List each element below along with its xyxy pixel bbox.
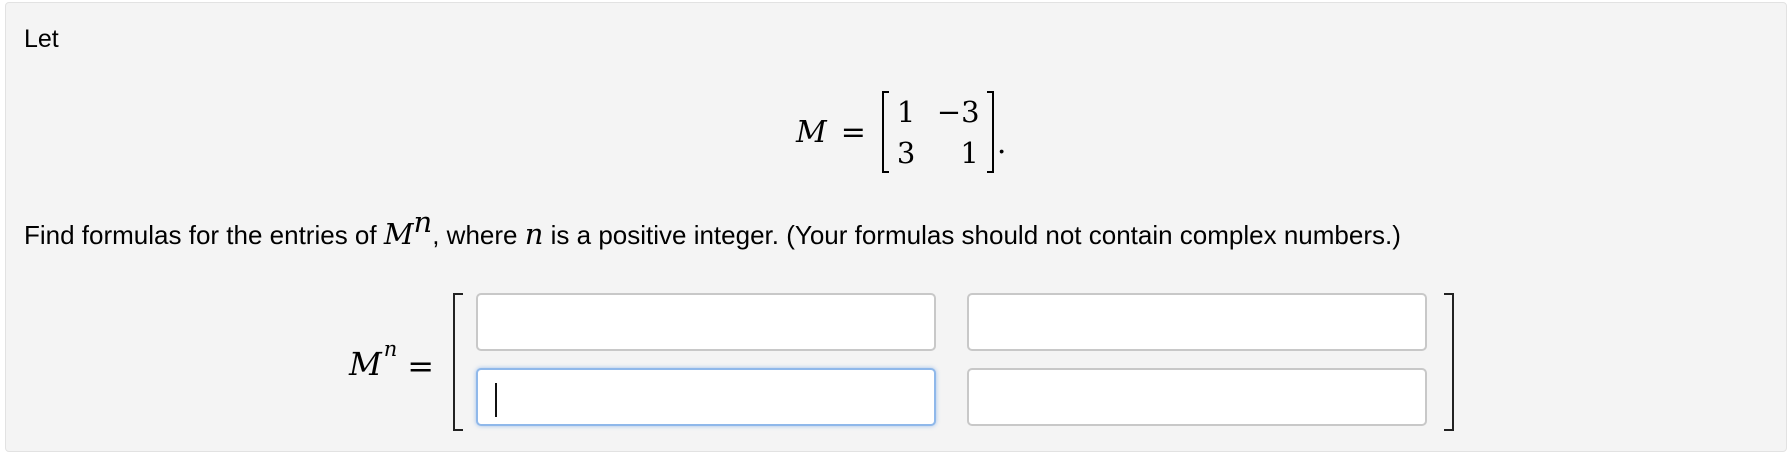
matrix-entry-11: 1 <box>896 94 916 129</box>
intro-text: Let <box>24 25 59 53</box>
equation-period: . <box>996 125 1007 161</box>
answer-right-bracket <box>1444 293 1454 431</box>
answer-lhs-base: M <box>349 345 382 383</box>
answer-cell-21-input[interactable] <box>476 368 936 426</box>
equals-sign: = <box>840 114 866 150</box>
matrix-name: M <box>796 114 827 150</box>
matrix-definition: M = 1 −3 3 1 . <box>796 87 1006 177</box>
prompt-text-1: Find formulas for the entries of <box>24 220 384 250</box>
text-cursor <box>495 383 497 417</box>
answer-cell-11-input[interactable] <box>476 293 936 351</box>
answer-equals-sign: = <box>407 347 435 385</box>
left-bracket <box>881 91 889 173</box>
right-bracket <box>986 91 994 173</box>
answer-cell-12-input[interactable] <box>967 293 1427 351</box>
prompt-math-var: n <box>524 217 544 251</box>
prompt-text-3: is a positive integer. (Your formulas sh… <box>543 220 1401 250</box>
prompt-math-exponent: n <box>413 205 433 239</box>
matrix-brackets: 1 −3 3 1 <box>881 90 994 174</box>
answer-left-bracket <box>453 293 463 431</box>
prompt-text-2: , where <box>432 220 525 250</box>
answer-lhs-exponent: n <box>383 337 398 361</box>
answer-lhs: M n = <box>349 337 435 385</box>
question-panel: Let M = 1 −3 3 1 . Find formulas for the… <box>5 2 1787 452</box>
matrix-entry-12: −3 <box>936 94 980 129</box>
question-prompt: Find formulas for the entries of Mn, whe… <box>24 205 1401 251</box>
matrix-entries: 1 −3 3 1 <box>889 91 987 173</box>
prompt-math-base: M <box>383 217 414 251</box>
matrix-entry-21: 3 <box>896 135 916 170</box>
answer-cell-22-input[interactable] <box>967 368 1427 426</box>
matrix-entry-22: 1 <box>960 135 979 170</box>
